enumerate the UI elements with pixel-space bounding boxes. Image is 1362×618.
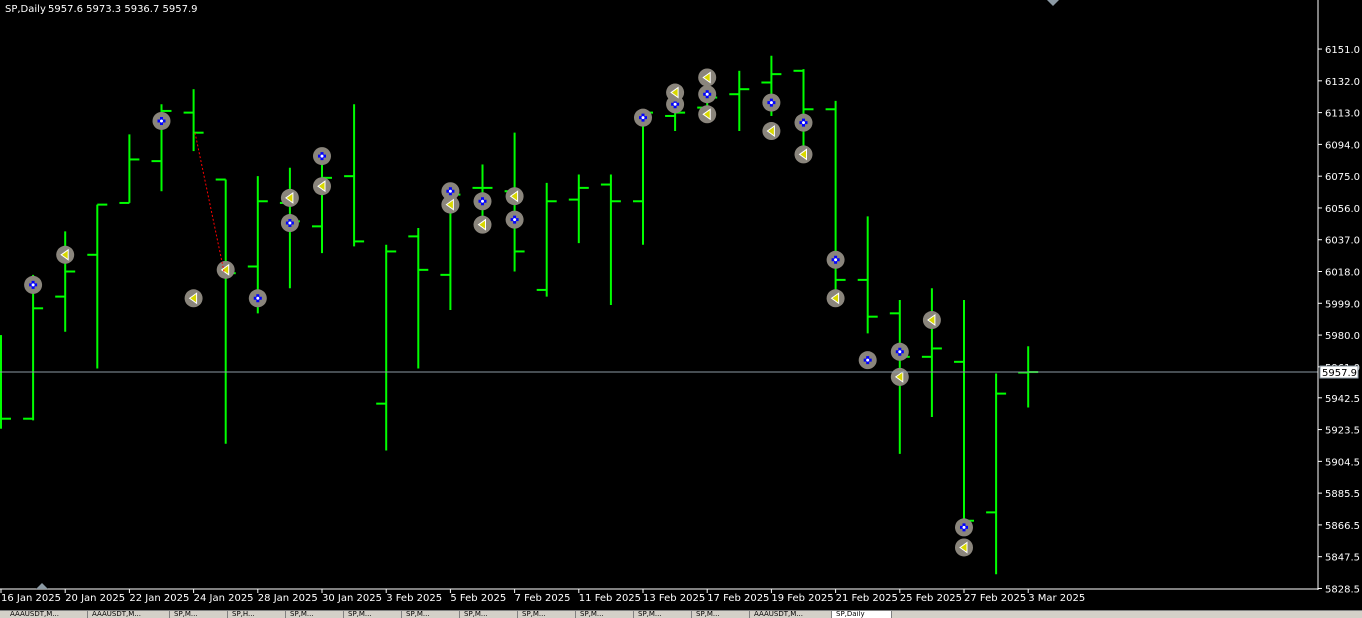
price-tick-label: 5980.0	[1325, 331, 1360, 342]
price-tick-label: 6056.0	[1325, 204, 1360, 215]
price-tick-label: 5923.5	[1325, 426, 1360, 437]
sell-marker	[922, 311, 941, 330]
sell-marker	[762, 122, 781, 141]
price-tick-label: 6094.0	[1325, 140, 1360, 151]
price-tick-label: 6018.0	[1325, 268, 1360, 279]
sell-marker	[955, 538, 973, 557]
buy-marker-dot	[641, 116, 645, 120]
sell-marker	[184, 289, 203, 308]
sell-marker	[698, 68, 717, 87]
time-tick-label: 7 Feb 2025	[515, 593, 571, 604]
buy-marker-dot	[705, 92, 709, 96]
time-tick-label: 20 Jan 2025	[65, 593, 125, 604]
buy-marker-dot	[256, 296, 260, 300]
buy-marker	[248, 289, 267, 308]
chart-window[interactable]: 6151.0 6132.0 6113.0 6094.0 6075.0 6056.0 6037…	[0, 0, 1362, 618]
buy-marker-dot	[448, 189, 452, 193]
time-tick-label: 21 Feb 2025	[836, 593, 898, 604]
time-tick-label: 19 Feb 2025	[771, 593, 833, 604]
buy-marker	[955, 518, 973, 537]
buy-marker-dot	[834, 258, 838, 262]
time-tick-label: 27 Feb 2025	[964, 593, 1026, 604]
buy-marker	[313, 147, 331, 166]
buy-marker-dot	[673, 102, 677, 106]
price-tick-label: 5904.5	[1325, 457, 1360, 468]
time-tick-label: 17 Feb 2025	[707, 593, 769, 604]
buy-marker-dot	[962, 525, 966, 529]
price-tick-label: 5847.5	[1325, 553, 1360, 564]
buy-marker-dot	[513, 218, 517, 222]
buy-marker	[858, 351, 877, 370]
price-tick-label: 6132.0	[1325, 77, 1360, 88]
sell-marker	[505, 187, 524, 206]
price-tick-label: 6151.0	[1325, 45, 1360, 56]
chart-symbol: SP,Daily	[5, 4, 46, 15]
price-tick-label: 5942.5	[1325, 394, 1360, 405]
price-tick-label: 5999.0	[1325, 299, 1360, 310]
buy-marker-dot	[320, 154, 324, 158]
price-tick-label: 5866.5	[1325, 521, 1360, 532]
time-tick-label: 5 Feb 2025	[450, 593, 506, 604]
buy-marker	[634, 108, 652, 127]
buy-marker	[794, 113, 813, 132]
buy-marker-dot	[898, 350, 902, 354]
buy-marker-dot	[31, 283, 35, 287]
current-price-label: 5957.9	[1322, 368, 1357, 379]
buy-marker	[473, 192, 492, 211]
buy-marker	[24, 275, 43, 294]
price-tick-label: 6113.0	[1325, 109, 1360, 120]
sell-marker	[441, 195, 460, 214]
sell-marker	[473, 215, 492, 234]
buy-marker	[280, 214, 299, 233]
buy-marker-dot	[288, 221, 292, 225]
buy-marker-dot	[481, 199, 484, 203]
time-tick-label: 30 Jan 2025	[322, 593, 382, 604]
sell-marker	[280, 188, 299, 207]
sell-marker	[794, 145, 813, 164]
sell-marker	[826, 289, 845, 308]
sell-marker	[666, 83, 685, 102]
buy-marker-dot	[802, 121, 805, 125]
time-tick-label: 22 Jan 2025	[129, 593, 189, 604]
sell-marker	[56, 245, 75, 264]
sell-marker	[313, 177, 331, 196]
buy-marker	[890, 342, 909, 361]
buy-marker-dot	[866, 358, 870, 362]
time-tick-label: 11 Feb 2025	[579, 593, 641, 604]
time-tick-label: 3 Feb 2025	[386, 593, 442, 604]
time-tick-label: 13 Feb 2025	[643, 593, 705, 604]
buy-marker-dot	[769, 101, 773, 105]
time-tick-label: 3 Mar 2025	[1028, 593, 1085, 604]
buy-marker	[698, 85, 717, 104]
time-tick-label: 24 Jan 2025	[194, 593, 254, 604]
buy-marker-dot	[160, 119, 163, 123]
buy-marker	[505, 210, 524, 229]
chart-ohlc-values: 5957.6 5973.3 5936.7 5957.9	[48, 4, 198, 15]
buy-marker	[826, 250, 845, 269]
sell-marker	[698, 105, 717, 124]
price-tick-label: 6075.0	[1325, 172, 1360, 183]
price-tick-label: 6037.0	[1325, 236, 1360, 247]
sell-marker	[216, 260, 235, 279]
price-tick-label: 5828.5	[1325, 584, 1360, 595]
price-tick-label: 5885.5	[1325, 489, 1360, 500]
buy-marker	[762, 93, 781, 112]
time-tick-label: 28 Jan 2025	[258, 593, 318, 604]
buy-marker	[152, 111, 171, 130]
time-tick-label: 25 Feb 2025	[900, 593, 962, 604]
sell-marker	[890, 367, 909, 386]
time-tick-label: 16 Jan 2025	[1, 593, 61, 604]
ohlc-chart[interactable]: 6151.0 6132.0 6113.0 6094.0 6075.0 6056.0 6037…	[0, 0, 1362, 610]
